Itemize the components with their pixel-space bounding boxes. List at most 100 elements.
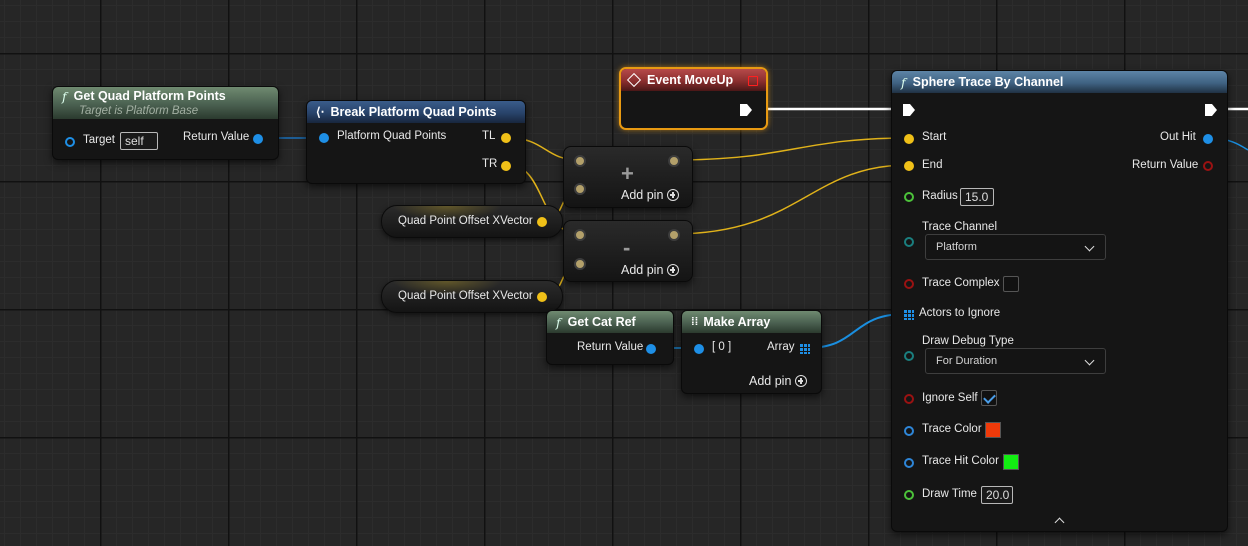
end-pin[interactable] xyxy=(904,161,914,171)
node-title: Get Cat Ref xyxy=(567,315,636,329)
trace-hit-color-swatch[interactable] xyxy=(1003,454,1019,470)
end-label: End xyxy=(922,159,943,171)
return-value-pin[interactable] xyxy=(253,134,263,144)
add-pin-button[interactable]: Add pin xyxy=(621,263,680,277)
target-label: Target xyxy=(83,134,115,146)
add-pin-label: Add pin xyxy=(621,263,664,277)
draw-time-label: Draw Time xyxy=(922,488,977,500)
add-pin-icon xyxy=(795,375,808,387)
tl-pin[interactable] xyxy=(501,133,511,143)
delegate-pin[interactable] xyxy=(748,76,758,86)
node-header: ⟨⋅ Break Platform Quad Points xyxy=(307,101,525,123)
trace-complex-label: Trace Complex xyxy=(922,277,1000,289)
draw-time-pin[interactable] xyxy=(904,490,914,500)
draw-debug-type-dropdown[interactable]: For Duration xyxy=(925,348,1106,374)
trace-complex-pin[interactable] xyxy=(904,279,914,289)
add-output-pin[interactable] xyxy=(668,155,680,167)
radius-field[interactable]: 15.0 xyxy=(960,188,994,206)
vector-add-node[interactable]: + Add pin xyxy=(563,146,693,208)
return-value-pin[interactable] xyxy=(646,344,656,354)
radius-pin[interactable] xyxy=(904,192,914,202)
function-icon: f xyxy=(62,89,67,104)
add-pin-label: Add pin xyxy=(749,374,792,388)
tr-label: TR xyxy=(482,158,498,170)
out-hit-label: Out Hit xyxy=(1160,131,1196,143)
ignore-self-label: Ignore Self xyxy=(922,392,978,404)
vector-wire-start xyxy=(672,137,909,161)
node-header: f Get Cat Ref xyxy=(547,311,673,333)
trace-channel-value: Platform xyxy=(936,241,977,253)
ignore-self-pin[interactable] xyxy=(904,394,914,404)
node-header: Event MoveUp xyxy=(621,69,766,91)
subtract-input-a-pin[interactable] xyxy=(574,229,586,241)
vector-wire-end xyxy=(672,164,909,235)
array-output-pin[interactable] xyxy=(800,344,810,354)
add-pin-button[interactable]: Add pin xyxy=(749,374,808,388)
subtract-operator-symbol: - xyxy=(623,235,631,260)
draw-debug-type-value: For Duration xyxy=(936,355,998,367)
subtract-input-b-pin[interactable] xyxy=(574,258,586,270)
chevron-down-icon xyxy=(1084,241,1095,252)
node-title: Break Platform Quad Points xyxy=(330,105,497,119)
actors-to-ignore-pin[interactable] xyxy=(904,310,914,320)
function-icon: f xyxy=(901,74,906,90)
variable-output-pin[interactable] xyxy=(537,217,547,227)
out-hit-pin[interactable] xyxy=(1203,134,1213,144)
node-header: f Sphere Trace By Channel xyxy=(892,71,1227,93)
target-pin[interactable] xyxy=(65,137,75,147)
add-input-a-pin[interactable] xyxy=(574,155,586,167)
return-value-label: Return Value xyxy=(1132,159,1199,171)
array-output-label: Array xyxy=(767,341,795,353)
node-header: ⁞⁞ Make Array xyxy=(682,311,821,333)
trace-color-swatch[interactable] xyxy=(985,422,1001,438)
target-value-field[interactable]: self xyxy=(120,132,158,150)
trace-complex-checkbox[interactable] xyxy=(1003,276,1019,292)
collapse-chevron-icon[interactable] xyxy=(1054,517,1065,528)
add-pin-button[interactable]: Add pin xyxy=(621,188,680,202)
add-operator-symbol: + xyxy=(621,161,634,186)
variable-label: Quad Point Offset XVector xyxy=(398,215,533,227)
variable-output-pin[interactable] xyxy=(537,292,547,302)
node-subtitle: Target is Platform Base xyxy=(79,105,199,117)
trace-channel-label: Trace Channel xyxy=(922,221,998,233)
return-value-pin[interactable] xyxy=(1203,161,1213,171)
break-platform-quad-points-node[interactable]: ⟨⋅ Break Platform Quad Points Platform Q… xyxy=(306,100,526,184)
node-title: Sphere Trace By Channel xyxy=(912,75,1064,89)
array-index-0-pin[interactable] xyxy=(694,344,704,354)
draw-time-field[interactable]: 20.0 xyxy=(981,486,1013,504)
ignore-self-checkbox[interactable] xyxy=(981,390,997,406)
variable-label: Quad Point Offset XVector xyxy=(398,290,533,302)
array-index-label: [ 0 ] xyxy=(712,341,732,353)
trace-channel-pin[interactable] xyxy=(904,237,914,247)
start-pin[interactable] xyxy=(904,134,914,144)
make-array-node[interactable]: ⁞⁞ Make Array [ 0 ] Array Add pin xyxy=(681,310,822,394)
sphere-trace-by-channel-node[interactable]: f Sphere Trace By Channel Start Out Hit … xyxy=(891,70,1228,532)
event-moveup-node[interactable]: Event MoveUp xyxy=(619,67,768,130)
quad-point-offset-xvector-node[interactable]: Quad Point Offset XVector xyxy=(381,205,563,238)
platform-quad-points-pin[interactable] xyxy=(319,133,329,143)
quad-point-offset-xvector-node[interactable]: Quad Point Offset XVector xyxy=(381,280,563,313)
vector-subtract-node[interactable]: - Add pin xyxy=(563,220,693,282)
tr-pin[interactable] xyxy=(501,161,511,171)
trace-channel-dropdown[interactable]: Platform xyxy=(925,234,1106,260)
add-pin-icon xyxy=(667,264,680,276)
start-label: Start xyxy=(922,131,947,143)
return-value-label: Return Value xyxy=(183,131,250,143)
trace-hit-color-pin[interactable] xyxy=(904,458,914,468)
draw-debug-type-pin[interactable] xyxy=(904,351,914,361)
function-icon: f xyxy=(556,314,561,330)
node-title: Event MoveUp xyxy=(647,73,734,87)
subtract-output-pin[interactable] xyxy=(668,229,680,241)
add-input-b-pin[interactable] xyxy=(574,183,586,195)
get-cat-ref-node[interactable]: f Get Cat Ref Return Value xyxy=(546,310,674,365)
make-array-icon: ⁞⁞ xyxy=(691,316,699,328)
event-diamond-icon xyxy=(626,72,642,88)
add-pin-label: Add pin xyxy=(621,188,664,202)
get-quad-platform-points-node[interactable]: f Get Quad Platform Points Target is Pla… xyxy=(52,86,279,160)
node-title: Get Quad Platform Points xyxy=(73,89,226,103)
chevron-down-icon xyxy=(1084,355,1095,366)
radius-label: Radius xyxy=(922,190,958,202)
node-title: Make Array xyxy=(703,315,771,329)
checkmark-icon xyxy=(983,391,996,404)
trace-color-pin[interactable] xyxy=(904,426,914,436)
